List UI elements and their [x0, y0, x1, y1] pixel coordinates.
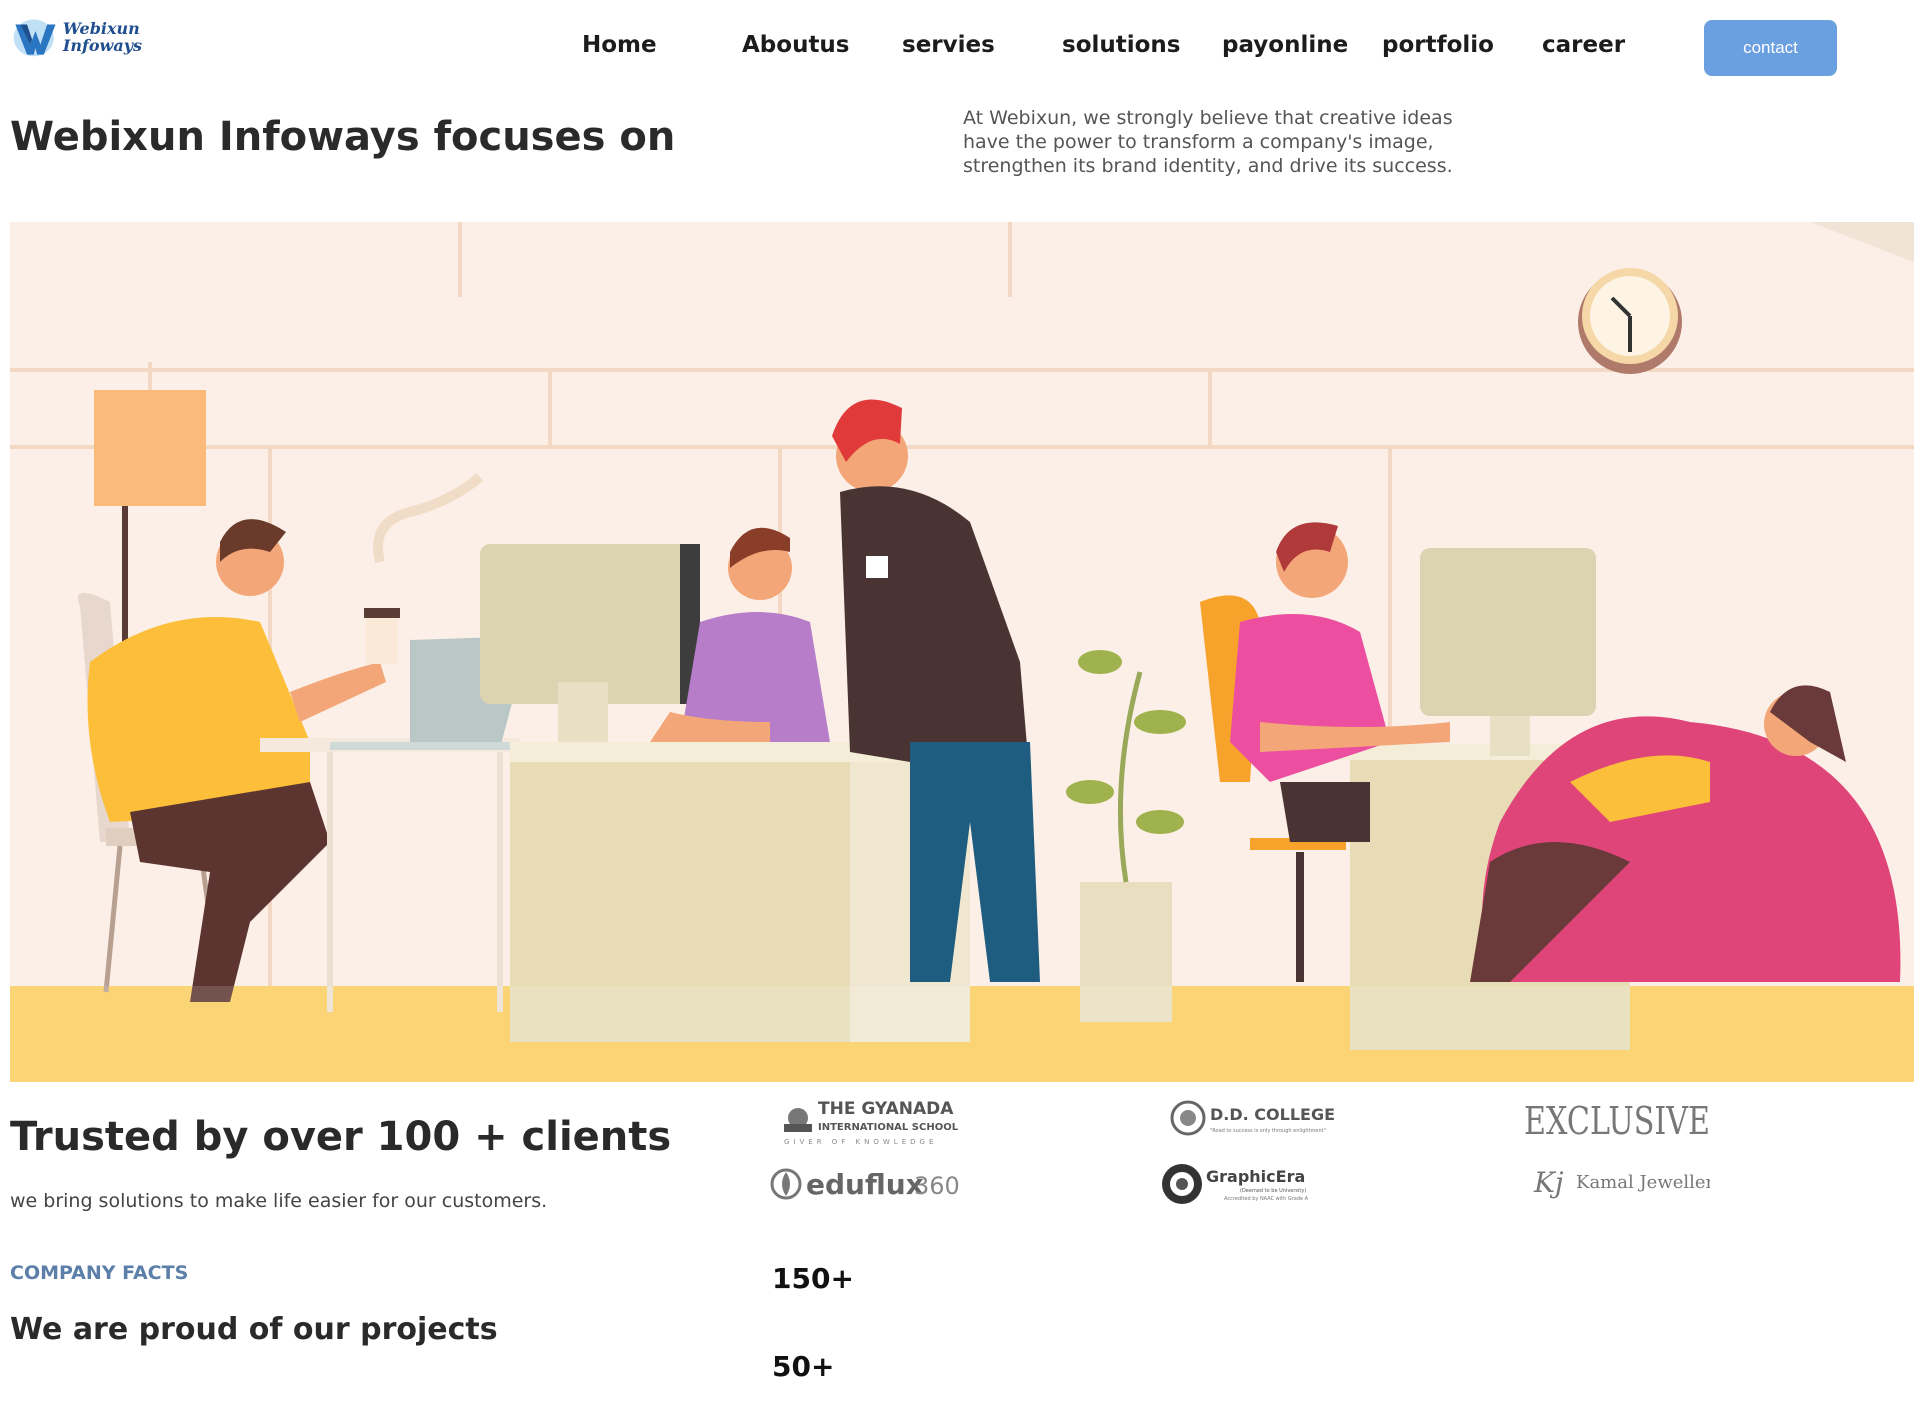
gyanada-line2: INTERNATIONAL SCHOOL	[818, 1122, 959, 1133]
logo[interactable]: Webixun Infoways	[12, 12, 142, 62]
brand-name: Webixun Infoways	[63, 20, 142, 54]
nav-solutions[interactable]: solutions	[1062, 32, 1181, 58]
kamal-monogram-icon: Kj	[1533, 1166, 1564, 1199]
nav-services[interactable]: servies	[902, 32, 995, 58]
client-logo-ddcollege: D.D. COLLEGE "Road to success is only th…	[1170, 1096, 1340, 1140]
nav-aboutus[interactable]: Aboutus	[742, 32, 850, 58]
hero-title: Webixun Infoways focuses on	[10, 114, 676, 160]
client-logo-exclusive: EXCLUSIVE	[1520, 1094, 1720, 1144]
graphicera-line3: Accredited by NAAC with Grade A	[1224, 1196, 1309, 1202]
gyanada-line1: THE GYANADA	[818, 1099, 954, 1119]
trusted-title: Trusted by over 100 + clients	[10, 1114, 672, 1160]
eduflux-suffix: 360	[914, 1172, 960, 1200]
gyanada-line3: GIVER OF KNOWLEDGE	[784, 1138, 937, 1146]
stat-projects: 150+	[772, 1262, 854, 1295]
contact-button[interactable]: contact	[1704, 20, 1837, 76]
nav-payonline[interactable]: payonline	[1222, 32, 1348, 58]
eduflux-leaf-icon	[770, 1168, 802, 1200]
stat-clients: 50+	[772, 1350, 835, 1383]
facts-title: We are proud of our projects	[10, 1312, 498, 1347]
ddcollege-emblem-icon	[1170, 1100, 1206, 1136]
kamal-name: Kamal Jewellers	[1576, 1172, 1710, 1193]
gyanada-sun-icon	[784, 1108, 812, 1132]
hero-description: At Webixun, we strongly believe that cre…	[963, 107, 1453, 177]
trusted-subtitle: we bring solutions to make life easier f…	[10, 1190, 548, 1212]
client-logo-gyanada: THE GYANADA INTERNATIONAL SCHOOL GIVER O…	[780, 1092, 960, 1148]
logo-w-icon	[13, 19, 56, 57]
nav-home[interactable]: Home	[582, 32, 657, 58]
ddcollege-tagline: "Road to success is only through enlight…	[1210, 1128, 1326, 1134]
client-logo-kamal-jewellers: Kj Kamal Jewellers	[1530, 1158, 1710, 1208]
client-logo-eduflux: eduflux 360	[770, 1162, 960, 1206]
office-illustration	[10, 222, 1914, 1082]
graphicera-seal-icon	[1162, 1164, 1202, 1204]
exclusive-name: EXCLUSIVE	[1524, 1099, 1710, 1143]
eduflux-name: eduflux	[806, 1168, 924, 1201]
nav-career[interactable]: career	[1542, 32, 1625, 58]
graphicera-line2: (Deemed to be University)	[1240, 1188, 1306, 1194]
ddcollege-name: D.D. COLLEGE	[1210, 1105, 1335, 1124]
brand-line1: Webixun	[62, 19, 140, 38]
graphicera-name: GraphicEra	[1206, 1167, 1305, 1186]
nav-portfolio[interactable]: portfolio	[1382, 32, 1494, 58]
client-logo-graphicera: GraphicEra (Deemed to be University) Acc…	[1160, 1158, 1320, 1210]
company-facts-label: COMPANY FACTS	[10, 1262, 189, 1284]
brand-line2: Infoways	[62, 36, 142, 55]
